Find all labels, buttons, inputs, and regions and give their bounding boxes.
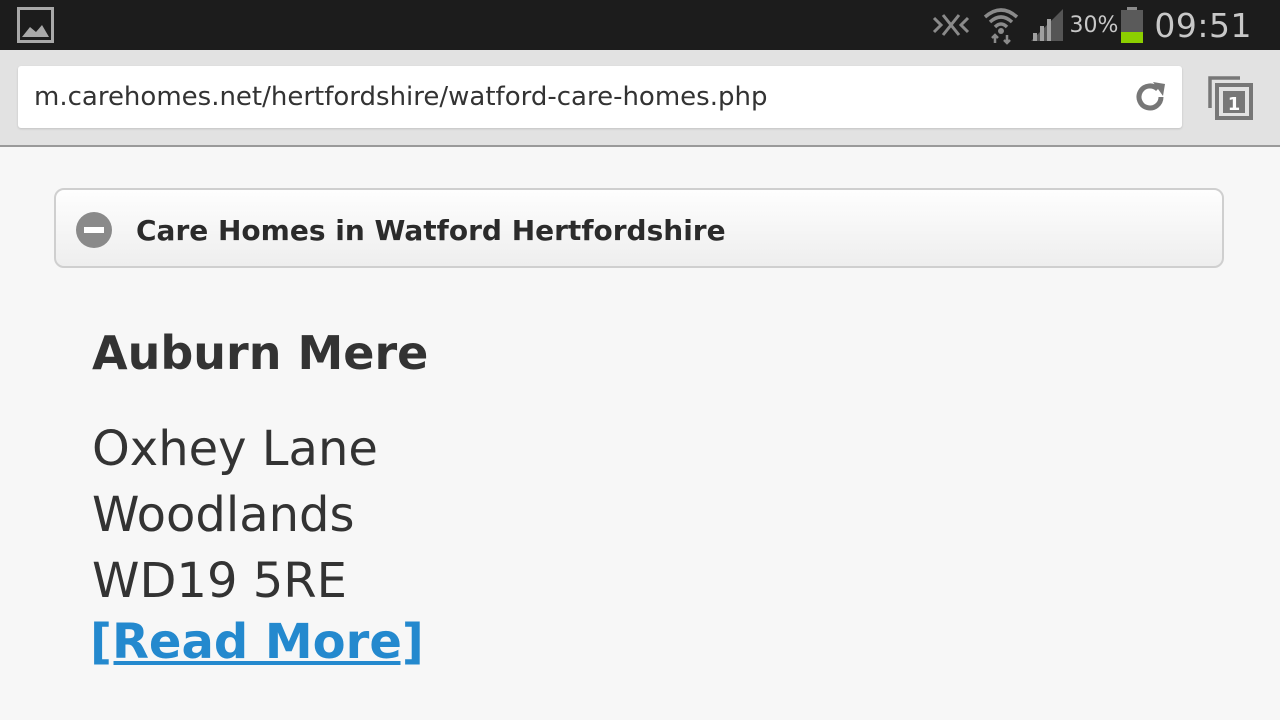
nfc-icon	[933, 14, 970, 36]
address-postcode: WD19 5RE	[92, 553, 347, 609]
address-bar[interactable]: m.carehomes.net/hertfordshire/watford-ca…	[18, 66, 1182, 128]
address-line-1: Oxhey Lane	[92, 421, 378, 477]
wifi-icon	[984, 8, 1019, 45]
collapsible-header[interactable]: Care Homes in Watford Hertfordshire	[54, 188, 1224, 268]
minus-circle-icon[interactable]	[76, 212, 112, 248]
read-more-link[interactable]: [Read More]	[90, 614, 424, 670]
image-notification-icon	[17, 7, 54, 43]
clock: 09:51	[1154, 5, 1252, 45]
care-home-name: Auburn Mere	[92, 326, 429, 380]
browser-toolbar: m.carehomes.net/hertfordshire/watford-ca…	[0, 50, 1280, 147]
care-home-address: Oxhey Lane Woodlands WD19 5RE	[92, 416, 378, 614]
battery-icon	[1121, 7, 1144, 43]
url-text[interactable]: m.carehomes.net/hertfordshire/watford-ca…	[34, 66, 767, 128]
tab-count: 1	[1228, 94, 1241, 115]
address-line-2: Woodlands	[92, 487, 355, 543]
status-bar: 30% 09:51	[0, 0, 1280, 50]
tabs-icon[interactable]: 1	[1206, 74, 1258, 124]
battery-percent: 30%	[1069, 12, 1119, 38]
reload-icon[interactable]	[1132, 79, 1168, 115]
section-title[interactable]: Care Homes in Watford Hertfordshire	[136, 190, 726, 266]
signal-icon	[1031, 9, 1064, 41]
